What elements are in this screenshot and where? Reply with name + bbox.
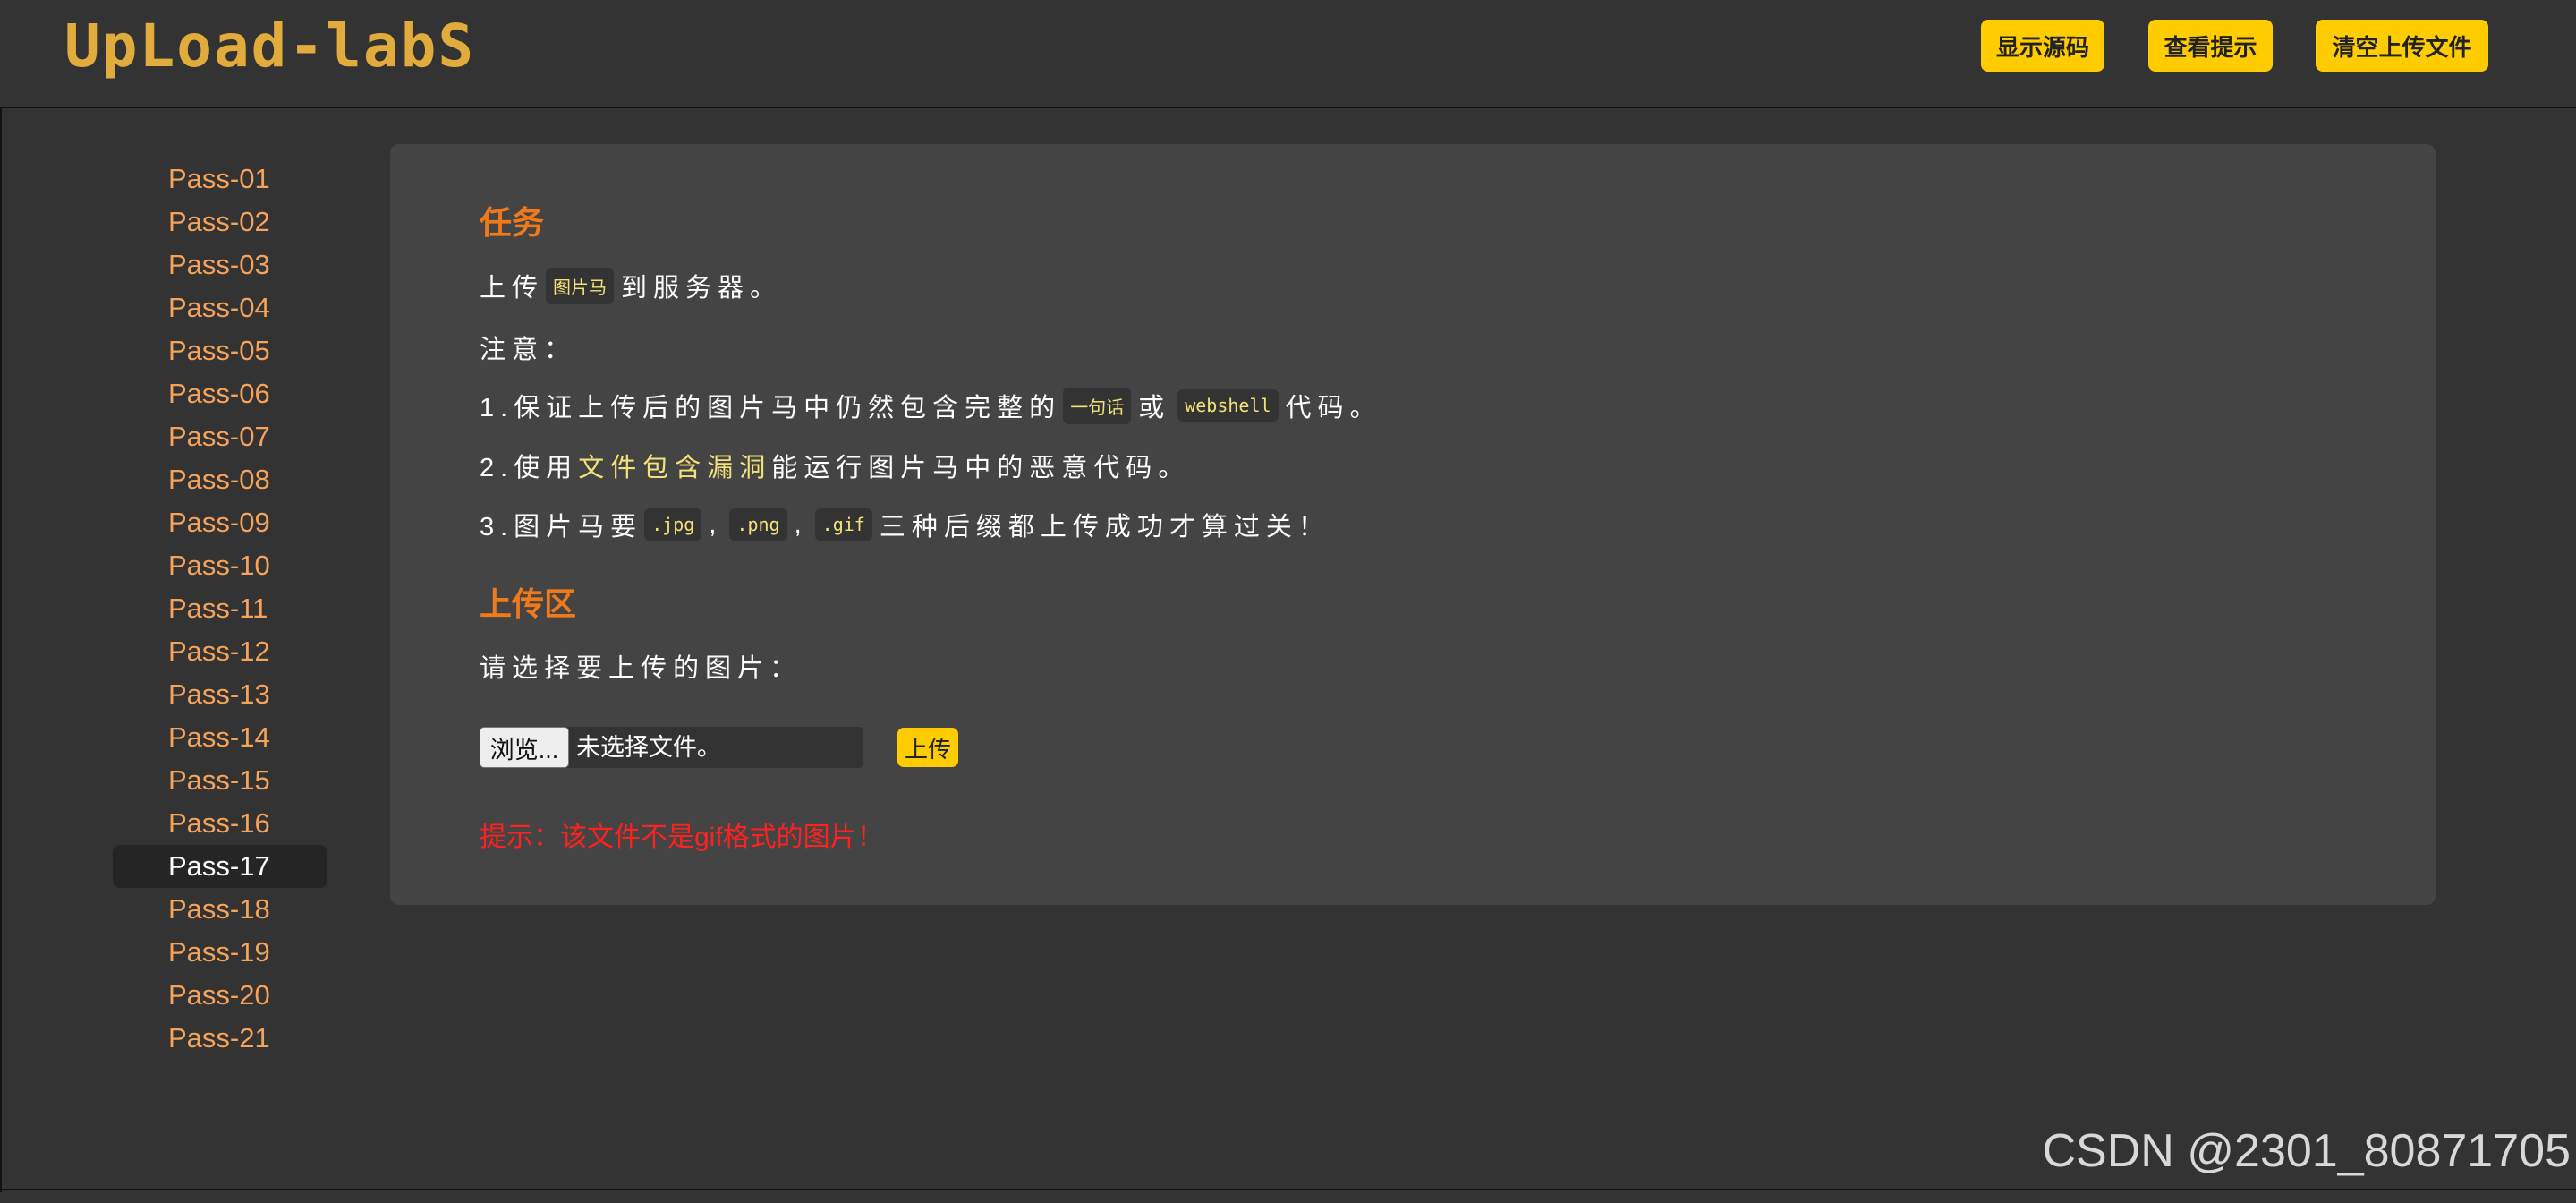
sidebar-item-pass-21[interactable]: Pass-21: [113, 1017, 327, 1060]
sidebar-item-pass-14[interactable]: Pass-14: [113, 716, 327, 759]
sidebar-item-pass-03[interactable]: Pass-03: [113, 243, 327, 286]
clear-uploads-button[interactable]: 清空上传文件: [2316, 20, 2488, 72]
watermark: CSDN @2301_80871705: [2042, 1125, 2571, 1177]
error-message: 提示：该文件不是gif格式的图片！: [480, 823, 884, 852]
task-item-1: 1.保证上传后的图片马中仍然包含完整的 一句话 或 webshell 代码。: [480, 387, 1382, 424]
sidebar-item-pass-17[interactable]: Pass-17: [113, 845, 327, 888]
file-inclusion-highlight: 文件包含漏洞: [578, 454, 772, 482]
sidebar-item-pass-04[interactable]: Pass-04: [113, 286, 327, 329]
upload-form: 浏览... 未选择文件。 上传: [480, 727, 1016, 768]
sidebar-item-pass-09[interactable]: Pass-09: [113, 501, 327, 544]
sidebar-item-pass-16[interactable]: Pass-16: [113, 802, 327, 845]
sidebar-item-pass-02[interactable]: Pass-02: [113, 200, 327, 243]
note-label: 注意：: [480, 328, 576, 366]
sidebar-item-pass-05[interactable]: Pass-05: [113, 329, 327, 372]
code-webshell: webshell: [1177, 389, 1279, 422]
no-file-selected-label: 未选择文件。: [576, 734, 721, 761]
browse-button[interactable]: 浏览...: [480, 727, 569, 768]
sidebar-item-pass-10[interactable]: Pass-10: [113, 544, 327, 587]
sidebar-item-pass-06[interactable]: Pass-06: [113, 372, 327, 415]
upload-title: 上传区: [480, 585, 577, 622]
task-item-2: 2.使用 文件包含漏洞 能运行图片马中的恶意代码。: [480, 447, 1190, 484]
code-image-trojan: 图片马: [546, 267, 615, 304]
task-item-1-mid: 或: [1138, 394, 1171, 422]
upload-submit-button[interactable]: 上传: [897, 728, 958, 767]
code-png: .png: [729, 508, 787, 541]
sidebar-item-pass-08[interactable]: Pass-08: [113, 458, 327, 501]
sidebar-nav: Pass-01 Pass-02 Pass-03 Pass-04 Pass-05 …: [113, 158, 327, 1060]
task-title: 任务: [480, 204, 545, 241]
task-line-1-pre: 上传: [480, 274, 545, 303]
task-item-3-sep-1: ,: [709, 509, 723, 539]
page: UpLoad-labS 显示源码 查看提示 清空上传文件 Pass-01 Pas…: [0, 0, 2576, 1203]
task-item-1-post: 代码。: [1285, 394, 1382, 422]
sidebar-item-pass-01[interactable]: Pass-01: [113, 158, 327, 200]
frame-left-border: [0, 107, 2, 1192]
view-hint-button[interactable]: 查看提示: [2148, 20, 2273, 72]
upload-prompt-text: 请选择要上传的图片：: [480, 654, 803, 683]
content-panel: 任务 上传 图片马 到服务器。 注意： 1.保证上传后的图片马中仍然包含完整的 …: [390, 144, 2436, 905]
sidebar-item-pass-18[interactable]: Pass-18: [113, 888, 327, 931]
task-item-2-pre: 2.使用: [480, 454, 579, 482]
code-one-liner: 一句话: [1063, 387, 1132, 424]
logo-text: UpLoad-labS: [64, 12, 476, 81]
task-item-3-sep-2: ,: [794, 509, 808, 539]
task-item-3-post: 三种后缀都上传成功才算过关！: [879, 513, 1331, 542]
sidebar-item-pass-19[interactable]: Pass-19: [113, 931, 327, 974]
code-jpg: .jpg: [644, 508, 702, 541]
sidebar-item-pass-15[interactable]: Pass-15: [113, 759, 327, 802]
task-item-3-pre: 3.图片马要: [480, 513, 643, 542]
header: UpLoad-labS 显示源码 查看提示 清空上传文件: [0, 0, 2576, 108]
task-line-1-post: 到服务器。: [621, 274, 783, 303]
frame-bottom-border: [0, 1189, 2576, 1190]
code-gif: .gif: [814, 508, 872, 541]
sidebar-item-pass-13[interactable]: Pass-13: [113, 673, 327, 716]
sidebar-item-pass-11[interactable]: Pass-11: [113, 587, 327, 630]
upload-prompt: 请选择要上传的图片：: [480, 647, 802, 685]
task-item-3: 3.图片马要 .jpg , .png , .gif 三种后缀都上传成功才算过关！: [480, 506, 1331, 543]
file-input[interactable]: 浏览... 未选择文件。: [480, 727, 863, 768]
note-text: 注意：: [480, 336, 577, 364]
sidebar-item-pass-07[interactable]: Pass-07: [113, 415, 327, 458]
show-source-button[interactable]: 显示源码: [1981, 20, 2104, 72]
task-item-1-pre: 1.保证上传后的图片马中仍然包含完整的: [480, 394, 1062, 422]
task-line-1: 上传 图片马 到服务器。: [480, 267, 782, 304]
sidebar-item-pass-20[interactable]: Pass-20: [113, 974, 327, 1017]
task-item-2-post: 能运行图片马中的恶意代码。: [771, 454, 1191, 482]
logo[interactable]: UpLoad-labS: [64, 11, 475, 82]
sidebar-item-pass-12[interactable]: Pass-12: [113, 630, 327, 673]
